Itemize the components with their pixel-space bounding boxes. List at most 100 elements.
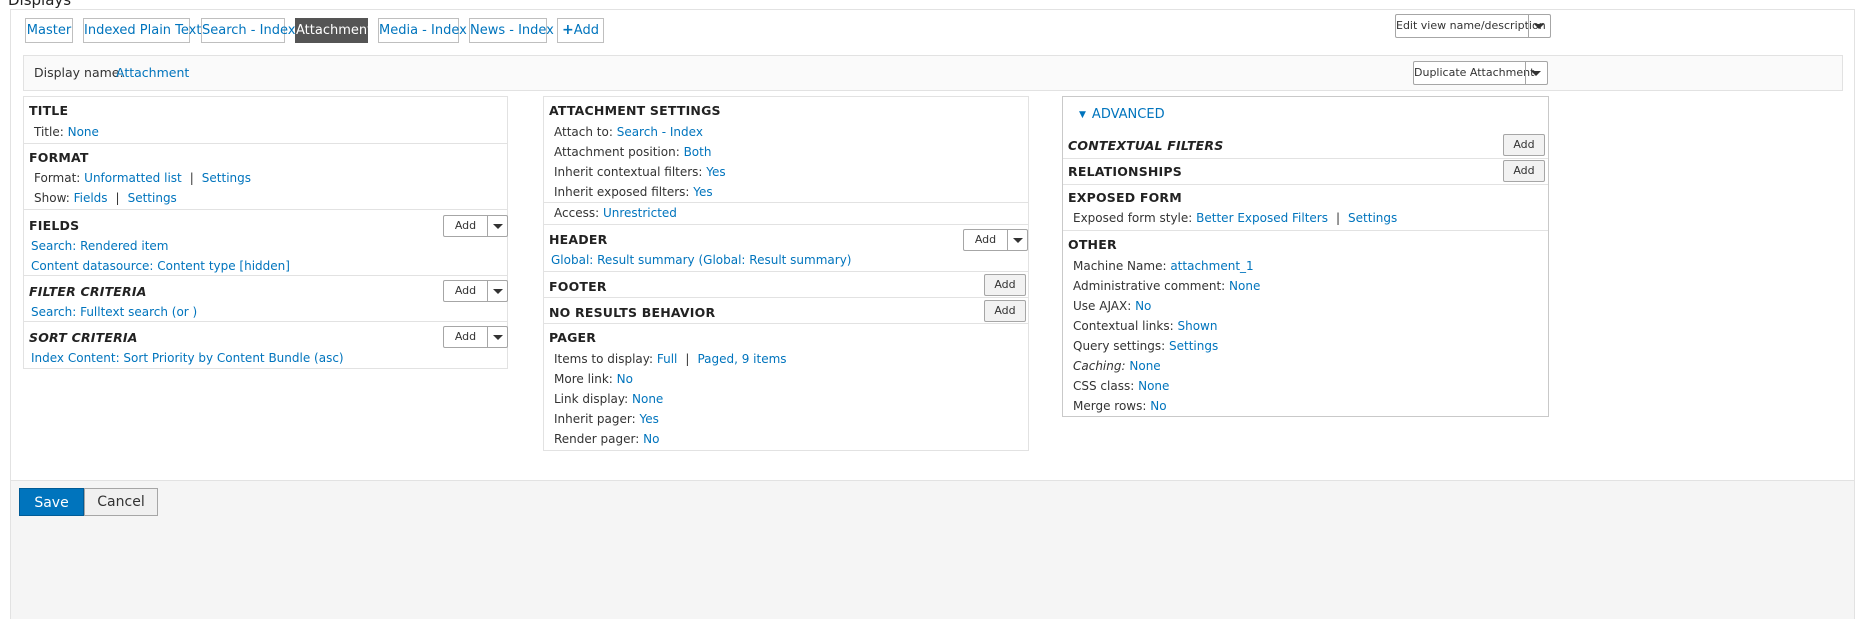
section-title: NO RESULTS BEHAVIOR <box>549 305 716 320</box>
contextual-filters-section: CONTEXTUAL FILTERS Add <box>1063 133 1548 159</box>
no-results-section: NO RESULTS BEHAVIOR Add <box>544 298 1028 324</box>
display-name-link[interactable]: Attachment <box>116 65 189 80</box>
form-actions: Save Cancel <box>11 480 1854 619</box>
header-item-link[interactable]: Global: Result summary (Global: Result s… <box>551 253 852 267</box>
display-name-label: Display name: <box>34 65 124 80</box>
save-button[interactable]: Save <box>19 488 84 516</box>
tab-indexed-plain-text[interactable]: Indexed Plain Text <box>83 18 201 43</box>
header-section: HEADER Add Global: Result summary (Globa… <box>544 225 1028 272</box>
inherit-pager-value[interactable]: Yes <box>639 412 658 426</box>
format-settings-link[interactable]: Settings <box>202 171 251 185</box>
section-title: CONTEXTUAL FILTERS <box>1068 138 1224 153</box>
other-section: OTHER Machine Name: attachment_1 Adminis… <box>1068 237 1261 413</box>
display-name-bar: Display name: Attachment Duplicate Attac… <box>23 55 1843 91</box>
fields-add-button[interactable]: Add <box>443 215 508 237</box>
field-item-link[interactable]: Search: Rendered item <box>31 239 168 253</box>
cancel-button[interactable]: Cancel <box>84 488 158 516</box>
use-ajax-link[interactable]: No <box>1135 299 1151 313</box>
tab-master[interactable]: Master <box>25 18 73 43</box>
displays-panel: Master Indexed Plain Text Search - Index… <box>10 9 1855 619</box>
machine-name-link[interactable]: attachment_1 <box>1170 259 1253 273</box>
page-heading: Displays <box>8 0 72 9</box>
merge-rows-link[interactable]: No <box>1150 399 1166 413</box>
triangle-down-icon: ▼ <box>1079 110 1086 120</box>
chevron-down-icon[interactable] <box>1531 71 1541 76</box>
tab-add[interactable]: +Add <box>557 18 604 43</box>
middle-column: ATTACHMENT SETTINGS Attach to: Search - … <box>543 96 1029 451</box>
filter-item-link[interactable]: Search: Fulltext search (or ) <box>31 305 197 319</box>
inherit-exposed-link[interactable]: Yes <box>693 185 712 199</box>
attachment-settings-section: ATTACHMENT SETTINGS Attach to: Search - … <box>544 97 1028 203</box>
admin-comment-link[interactable]: None <box>1229 279 1260 293</box>
paged-items-link[interactable]: Paged, 9 items <box>697 352 786 366</box>
footer-section: FOOTER Add <box>544 272 1028 298</box>
chevron-down-icon[interactable] <box>1013 238 1023 243</box>
caching-link[interactable]: None <box>1129 359 1160 373</box>
advanced-toggle[interactable]: ▼ ADVANCED <box>1079 107 1165 122</box>
sort-item-link[interactable]: Index Content: Sort Priority by Content … <box>31 351 344 365</box>
advanced-column: ▼ ADVANCED CONTEXTUAL FILTERS Add RELATIO… <box>1062 96 1549 417</box>
duplicate-attachment-button[interactable]: Duplicate Attachment <box>1413 61 1548 85</box>
access-section: Access: Unrestricted <box>544 203 1028 225</box>
query-settings-link[interactable]: Settings <box>1169 339 1218 353</box>
section-title: TITLE <box>29 103 69 118</box>
title-value-link[interactable]: None <box>68 125 99 139</box>
show-settings-link[interactable]: Settings <box>128 191 177 205</box>
chevron-down-icon[interactable] <box>493 289 503 294</box>
title-section: TITLE Title: None <box>24 97 507 144</box>
tab-media-index[interactable]: Media - Index <box>378 18 467 43</box>
no-results-add-button[interactable]: Add <box>984 300 1026 322</box>
plus-icon: + <box>562 22 574 38</box>
section-title: PAGER <box>549 330 597 345</box>
section-title: ATTACHMENT SETTINGS <box>549 103 721 118</box>
footer-add-button[interactable]: Add <box>984 274 1026 296</box>
section-title: FILTER CRITERIA <box>29 284 147 299</box>
chevron-down-icon[interactable] <box>493 335 503 340</box>
field-item-link[interactable]: Content datasource: Content type [hidden… <box>31 259 290 273</box>
css-class-link[interactable]: None <box>1138 379 1169 393</box>
section-title: HEADER <box>549 232 608 247</box>
items-display-link[interactable]: Full <box>657 352 678 366</box>
section-title: FORMAT <box>29 150 89 165</box>
more-link-value[interactable]: No <box>617 372 633 386</box>
duplicate-attachment-label: Duplicate Attachment <box>1414 66 1535 79</box>
section-title: OTHER <box>1068 237 1117 252</box>
exposed-form-settings-link[interactable]: Settings <box>1348 211 1397 225</box>
relationships-add-button[interactable]: Add <box>1503 160 1545 182</box>
left-column: TITLE Title: None FORMAT Format: Unforma… <box>23 96 508 369</box>
exposed-form-section: EXPOSED FORM Exposed form style: Better … <box>1063 185 1548 231</box>
link-display-value[interactable]: None <box>632 392 663 406</box>
tab-attachment[interactable]: Attachment <box>295 18 372 43</box>
tab-add-label: Add <box>573 23 599 38</box>
render-pager-value[interactable]: No <box>643 432 659 446</box>
chevron-down-icon[interactable] <box>1534 24 1544 29</box>
section-title: EXPOSED FORM <box>1068 190 1182 205</box>
sort-criteria-section: SORT CRITERIA Add Index Content: Sort Pr… <box>24 322 508 369</box>
contextual-add-button[interactable]: Add <box>1503 134 1545 156</box>
tab-news-index[interactable]: News - Index <box>469 18 554 43</box>
exposed-form-style-link[interactable]: Better Exposed Filters <box>1196 211 1328 225</box>
section-title: RELATIONSHIPS <box>1068 164 1182 179</box>
section-title: FIELDS <box>29 218 80 233</box>
edit-view-name-label: Edit view name/description <box>1396 19 1546 32</box>
contextual-links-link[interactable]: Shown <box>1177 319 1217 333</box>
header-add-button[interactable]: Add <box>963 229 1028 251</box>
pager-section: PAGER Items to display: Full | Paged, 9 it… <box>549 330 787 446</box>
attachment-position-link[interactable]: Both <box>684 145 712 159</box>
format-section: FORMAT Format: Unformatted list | Settings… <box>24 144 507 210</box>
access-link[interactable]: Unrestricted <box>603 206 677 220</box>
filter-criteria-section: FILTER CRITERIA Add Search: Fulltext sea… <box>24 276 508 322</box>
show-value-link[interactable]: Fields <box>74 191 108 205</box>
relationships-section: RELATIONSHIPS Add <box>1063 159 1548 185</box>
format-value-link[interactable]: Unformatted list <box>84 171 182 185</box>
inherit-contextual-link[interactable]: Yes <box>706 165 725 179</box>
filter-add-button[interactable]: Add <box>443 280 508 302</box>
chevron-down-icon[interactable] <box>493 224 503 229</box>
section-title: FOOTER <box>549 279 607 294</box>
attach-to-link[interactable]: Search - Index <box>617 125 703 139</box>
section-title: SORT CRITERIA <box>29 330 138 345</box>
sort-add-button[interactable]: Add <box>443 326 508 348</box>
fields-section: FIELDS Add Search: Rendered item Content… <box>24 210 508 276</box>
edit-view-name-button[interactable]: Edit view name/description <box>1395 14 1551 38</box>
tab-search-index[interactable]: Search - Index <box>201 18 295 43</box>
